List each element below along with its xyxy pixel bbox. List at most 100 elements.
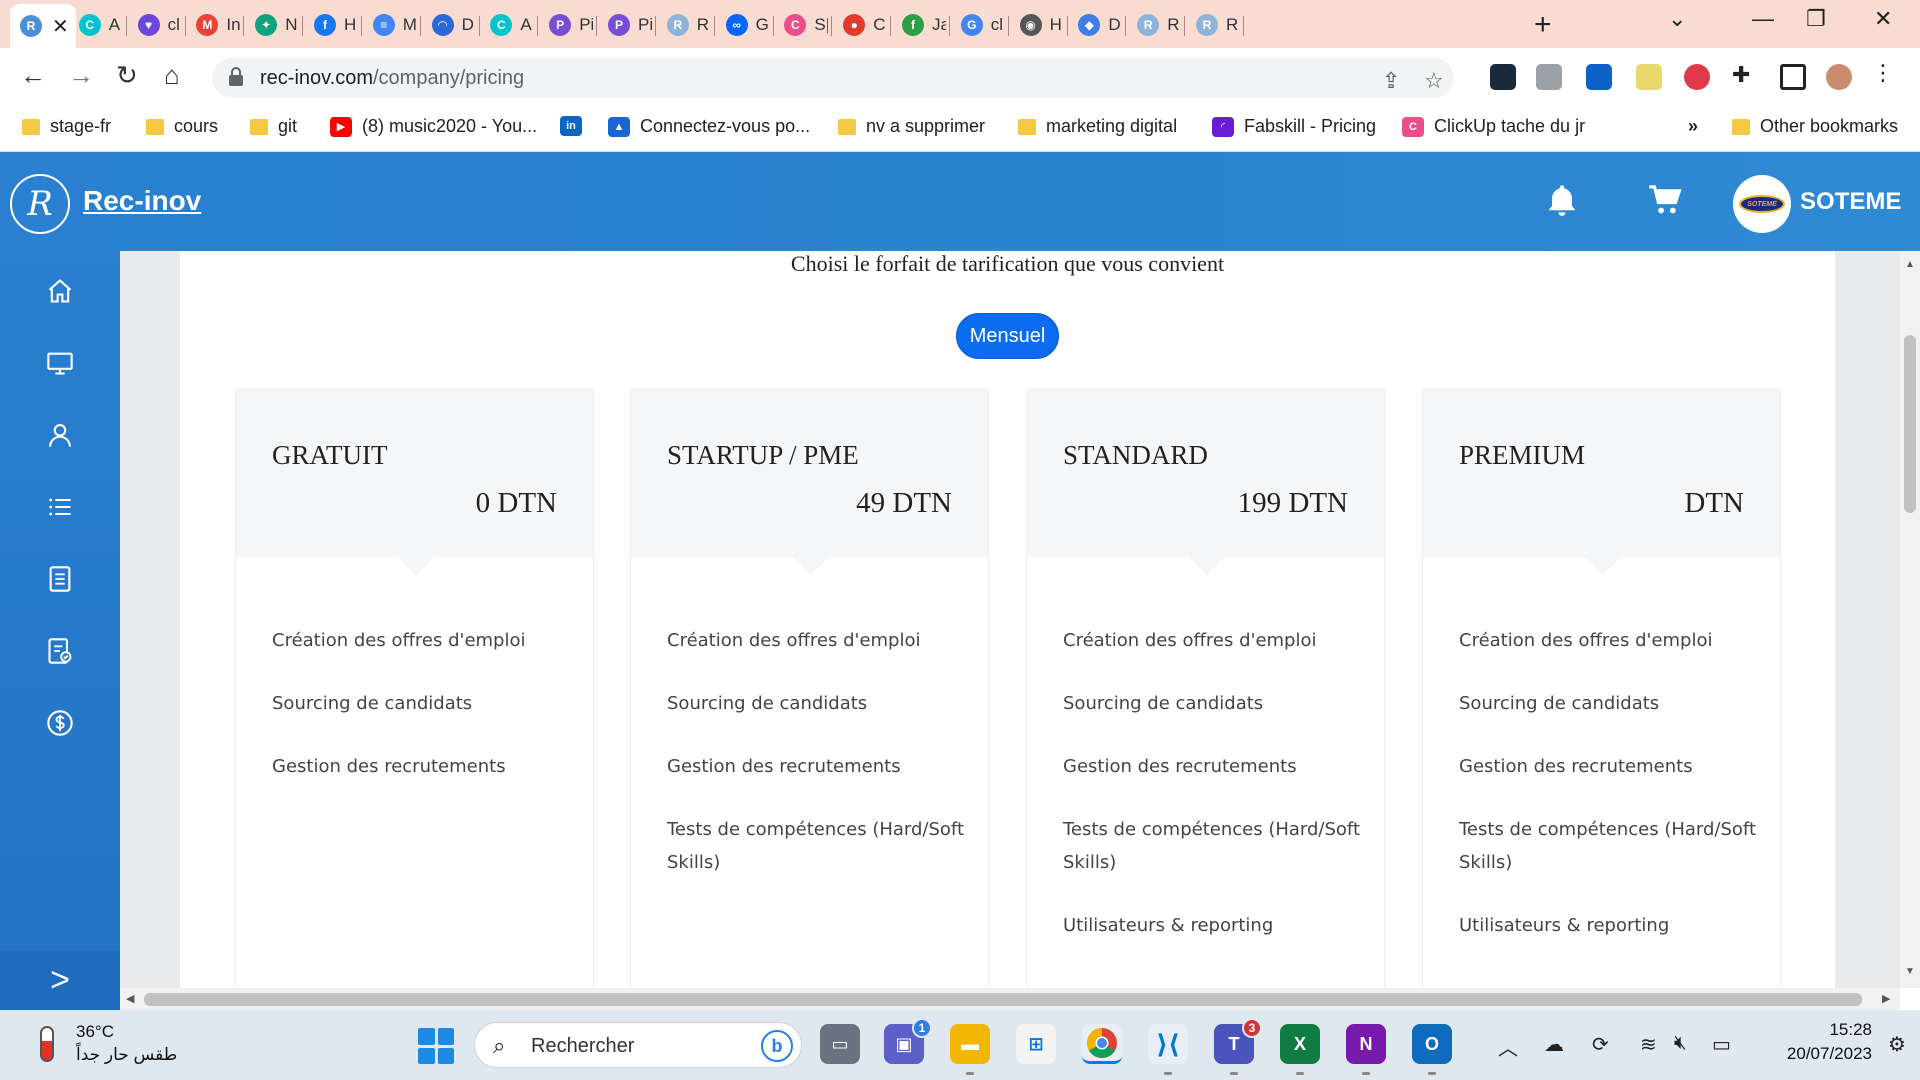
thermometer-icon[interactable] xyxy=(40,1026,54,1062)
outlook-icon[interactable]: O xyxy=(1412,1024,1452,1064)
rec-inov-logo[interactable]: R xyxy=(10,174,70,234)
browser-tab[interactable]: RR xyxy=(1186,6,1244,44)
vscode-icon[interactable]: ⟩⟨ xyxy=(1148,1024,1188,1064)
battery-icon[interactable]: ▭ xyxy=(1712,1032,1731,1057)
browser-tab[interactable]: ◉ H xyxy=(1010,6,1068,44)
scroll-down-arrow-icon[interactable]: ▼ xyxy=(1905,966,1915,977)
code-extension-icon[interactable] xyxy=(1536,64,1562,90)
teams-chat-icon[interactable]: ▣ 1 xyxy=(884,1018,932,1064)
excel-icon[interactable]: X xyxy=(1280,1024,1320,1064)
bookmark-item[interactable]: cours xyxy=(146,116,218,137)
browser-tab[interactable]: ● C xyxy=(833,6,892,44)
pricing-plan-card[interactable]: GRATUIT 0 DTN Création des offres d'emploi… xyxy=(235,389,594,988)
bookmark-item[interactable]: ▲ Connectez-vous po... xyxy=(608,116,810,137)
browser-tab[interactable]: M In xyxy=(186,6,245,44)
clock-time[interactable]: 15:28 xyxy=(1812,1020,1872,1040)
scroll-up-arrow-icon[interactable]: ▲ xyxy=(1905,259,1915,270)
file-explorer-icon[interactable]: ▬ xyxy=(950,1024,990,1064)
red-extension-icon[interactable] xyxy=(1684,64,1710,90)
monitor-icon[interactable] xyxy=(46,349,74,377)
browser-tab[interactable]: Gcl xyxy=(951,6,1009,44)
bookmark-item[interactable]: nv a supprimer xyxy=(838,116,985,137)
address-bar[interactable]: rec-inov.com/company/pricing ⇪ ☆ xyxy=(212,58,1454,98)
billing-toggle-button[interactable]: Mensuel xyxy=(956,313,1059,359)
weather-description[interactable]: طقس حار جداً xyxy=(76,1045,177,1065)
wifi-icon[interactable]: ≋ xyxy=(1640,1032,1657,1057)
flask-extension-icon[interactable] xyxy=(1636,64,1662,90)
new-tab-button[interactable]: + xyxy=(1534,8,1552,42)
checklist-icon[interactable] xyxy=(46,637,74,665)
bookmark-item[interactable]: C ClickUp tache du jr xyxy=(1402,116,1585,137)
bookmark-item[interactable]: git xyxy=(250,116,297,137)
react-devtools-icon[interactable] xyxy=(1490,64,1516,90)
browser-tab[interactable]: P Pi xyxy=(539,6,598,44)
more-bookmarks-button[interactable]: » xyxy=(1688,116,1698,137)
browser-tab[interactable]: ✦ N xyxy=(245,6,304,44)
browser-tab[interactable]: ♥ cl xyxy=(128,6,186,44)
reload-icon[interactable]: ↻ xyxy=(116,60,138,91)
profile-avatar[interactable] xyxy=(1826,64,1852,90)
user-icon[interactable] xyxy=(46,421,74,449)
company-name[interactable]: SOTEME xyxy=(1800,188,1901,216)
scroll-right-arrow-icon[interactable]: ▶ xyxy=(1882,992,1890,1005)
todo-extension-icon[interactable] xyxy=(1586,64,1612,90)
onedrive-cloud-icon[interactable]: ☁ xyxy=(1544,1032,1564,1057)
tab-search-chevron-icon[interactable]: ⌄ xyxy=(1668,6,1686,32)
browser-tab[interactable]: R ✕ xyxy=(10,4,76,48)
browser-tab[interactable]: f Ja xyxy=(892,6,950,44)
microsoft-store-icon[interactable]: ⊞ xyxy=(1016,1024,1056,1064)
bookmark-item[interactable]: marketing digital xyxy=(1018,116,1177,137)
tray-overflow-chevron-icon[interactable]: ︿ xyxy=(1498,1032,1518,1061)
browser-tab[interactable]: ≡ M xyxy=(363,6,421,44)
browser-tab[interactable]: C S| xyxy=(774,6,833,44)
horizontal-scrollbar[interactable]: ◀ ▶ xyxy=(120,988,1900,1010)
vertical-scrollbar[interactable]: ▲ ▼ xyxy=(1900,251,1920,988)
bing-icon[interactable]: b xyxy=(761,1030,793,1062)
company-logo[interactable]: SOTEME xyxy=(1733,175,1791,233)
onenote-icon[interactable]: N xyxy=(1346,1024,1386,1064)
dollar-icon[interactable] xyxy=(46,709,74,737)
brand-name[interactable]: Rec-inov xyxy=(83,185,201,217)
browser-tab[interactable]: RR xyxy=(1127,6,1186,44)
bookmark-item[interactable]: in xyxy=(560,116,582,136)
browser-tab[interactable]: ◠ D xyxy=(422,6,480,44)
task-view-icon[interactable]: ▭ xyxy=(820,1024,860,1064)
extensions-puzzle-icon[interactable]: ✚ xyxy=(1732,62,1750,88)
scroll-left-arrow-icon[interactable]: ◀ xyxy=(126,992,134,1005)
bookmark-item[interactable]: ▶ (8) music2020 - You... xyxy=(330,116,537,137)
side-panel-icon[interactable] xyxy=(1780,64,1806,90)
clock-date[interactable]: 20/07/2023 xyxy=(1760,1044,1872,1064)
bookmark-star-icon[interactable]: ☆ xyxy=(1424,68,1444,94)
share-icon[interactable]: ⇪ xyxy=(1382,68,1400,94)
horizontal-scroll-thumb[interactable] xyxy=(144,993,1862,1006)
home-button-icon[interactable]: ⌂ xyxy=(164,60,180,91)
other-bookmarks[interactable]: Other bookmarks xyxy=(1732,116,1898,137)
browser-tab[interactable]: ◆ D xyxy=(1068,6,1127,44)
tab-close-icon[interactable]: ✕ xyxy=(52,14,69,39)
vertical-scroll-thumb[interactable] xyxy=(1904,335,1916,513)
back-icon[interactable]: ← xyxy=(20,60,46,91)
taskbar-search[interactable]: ⌕ Rechercher b xyxy=(474,1022,802,1068)
volume-muted-icon[interactable]: 🔇︎ xyxy=(1674,1032,1687,1055)
start-button[interactable] xyxy=(418,1028,454,1064)
notification-bell-icon[interactable] xyxy=(1545,182,1579,220)
list-icon[interactable] xyxy=(46,493,74,521)
browser-tab[interactable]: ∞ G xyxy=(716,6,774,44)
browser-tab[interactable]: CA xyxy=(480,6,539,44)
pricing-plan-card[interactable]: PREMIUM DTN Création des offres d'emploi So… xyxy=(1422,389,1781,988)
browser-tab[interactable]: CA xyxy=(69,6,127,44)
bookmark-item[interactable]: ◜ Fabskill - Pricing xyxy=(1212,116,1376,137)
pricing-plan-card[interactable]: STARTUP / PME 49 DTN Création des offres d… xyxy=(630,389,989,988)
menu-kebab-icon[interactable]: ⋮ xyxy=(1872,60,1894,86)
restore-icon[interactable]: ❐ xyxy=(1806,6,1826,32)
forward-icon[interactable]: → xyxy=(68,60,94,91)
home-icon[interactable] xyxy=(46,277,74,305)
minimize-icon[interactable]: — xyxy=(1752,6,1774,32)
document-icon[interactable] xyxy=(46,565,74,593)
browser-tab[interactable]: fH xyxy=(304,6,362,44)
window-close-icon[interactable]: ✕ xyxy=(1874,6,1892,32)
bookmark-item[interactable]: stage-fr xyxy=(22,116,111,137)
teams-icon[interactable]: T3 xyxy=(1214,1018,1262,1064)
cart-icon[interactable] xyxy=(1648,184,1682,216)
sync-icon[interactable]: ⟳ xyxy=(1592,1032,1609,1057)
